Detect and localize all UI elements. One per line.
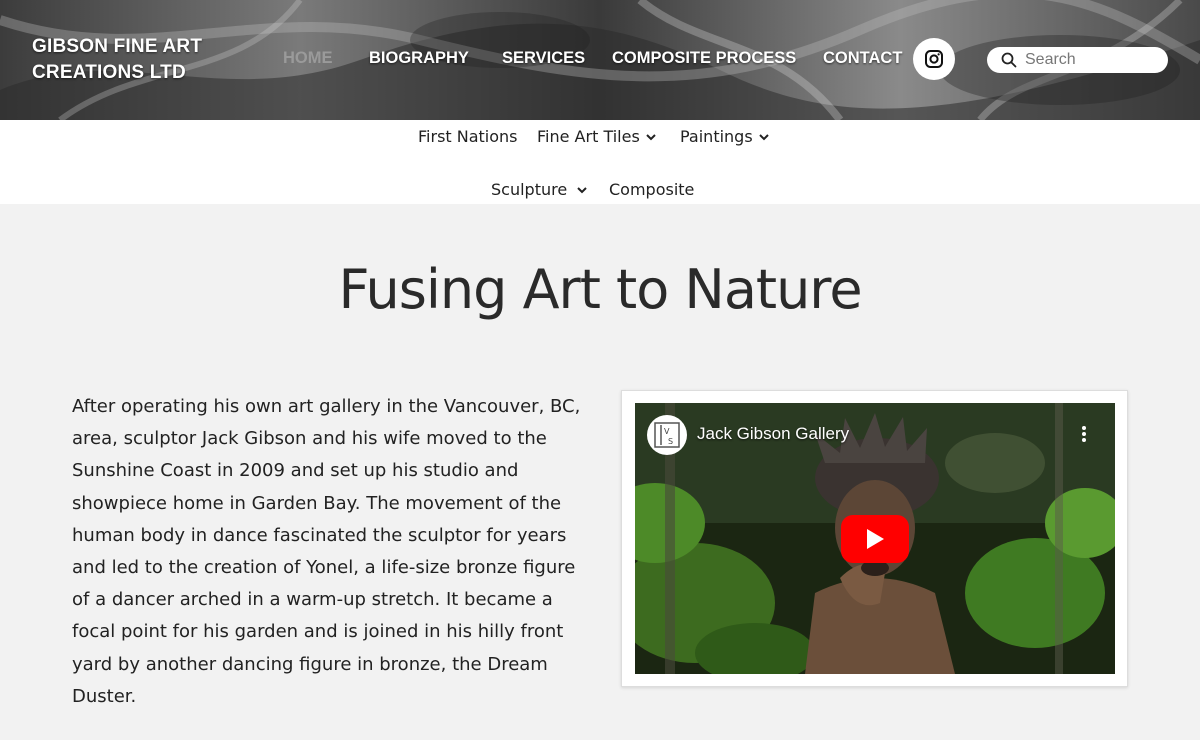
chevron-down-icon bbox=[646, 133, 656, 140]
instagram-icon bbox=[925, 50, 943, 68]
subnav-label: Paintings bbox=[680, 127, 753, 146]
video-embed-card: V S Jack Gibson Gallery bbox=[621, 390, 1128, 687]
search-icon bbox=[1001, 52, 1017, 68]
nav-contact[interactable]: CONTACT bbox=[823, 49, 902, 68]
subnav-item-paintings[interactable]: Paintings bbox=[680, 127, 769, 146]
intro-paragraph: After operating his own art gallery in t… bbox=[72, 396, 581, 707]
nav-services[interactable]: SERVICES bbox=[502, 49, 585, 68]
play-icon bbox=[867, 529, 884, 549]
channel-avatar[interactable]: V S bbox=[647, 415, 687, 455]
subnav-label: Sculpture bbox=[491, 180, 568, 199]
chevron-down-icon bbox=[577, 186, 587, 193]
nav-composite-process[interactable]: COMPOSITE PROCESS bbox=[612, 49, 796, 68]
subnav-label: First Nations bbox=[418, 127, 518, 146]
subnav-label: Fine Art Tiles bbox=[537, 127, 640, 146]
more-options-icon[interactable] bbox=[1081, 425, 1087, 443]
channel-logo-icon: V S bbox=[654, 422, 680, 448]
category-nav: First Nations Fine Art Tiles Paintings S… bbox=[0, 120, 1200, 204]
subnav-item-sculpture[interactable]: Sculpture bbox=[491, 180, 587, 199]
video-player[interactable]: V S Jack Gibson Gallery bbox=[635, 403, 1115, 674]
nav-home[interactable]: HOME bbox=[283, 49, 333, 68]
nav-biography[interactable]: BIOGRAPHY bbox=[369, 49, 469, 68]
video-channel-title[interactable]: Jack Gibson Gallery bbox=[697, 424, 849, 444]
play-button[interactable] bbox=[841, 515, 909, 563]
instagram-button[interactable] bbox=[913, 38, 955, 80]
search-box[interactable] bbox=[987, 47, 1168, 73]
subnav-label: Composite bbox=[609, 180, 695, 199]
subnav-item-fine-art-tiles[interactable]: Fine Art Tiles bbox=[537, 127, 656, 146]
site-brand[interactable]: GIBSON FINE ART CREATIONS LTD bbox=[32, 34, 232, 86]
page-title: Fusing Art to Nature bbox=[338, 258, 862, 321]
subnav-item-first-nations[interactable]: First Nations bbox=[418, 127, 518, 146]
svg-text:S: S bbox=[668, 437, 673, 446]
chevron-down-icon bbox=[758, 133, 769, 140]
search-input[interactable] bbox=[1025, 51, 1165, 69]
site-header: GIBSON FINE ART CREATIONS LTD HOME BIOGR… bbox=[0, 0, 1200, 120]
subnav-item-composite[interactable]: Composite bbox=[609, 180, 694, 199]
svg-text:V: V bbox=[664, 427, 670, 436]
